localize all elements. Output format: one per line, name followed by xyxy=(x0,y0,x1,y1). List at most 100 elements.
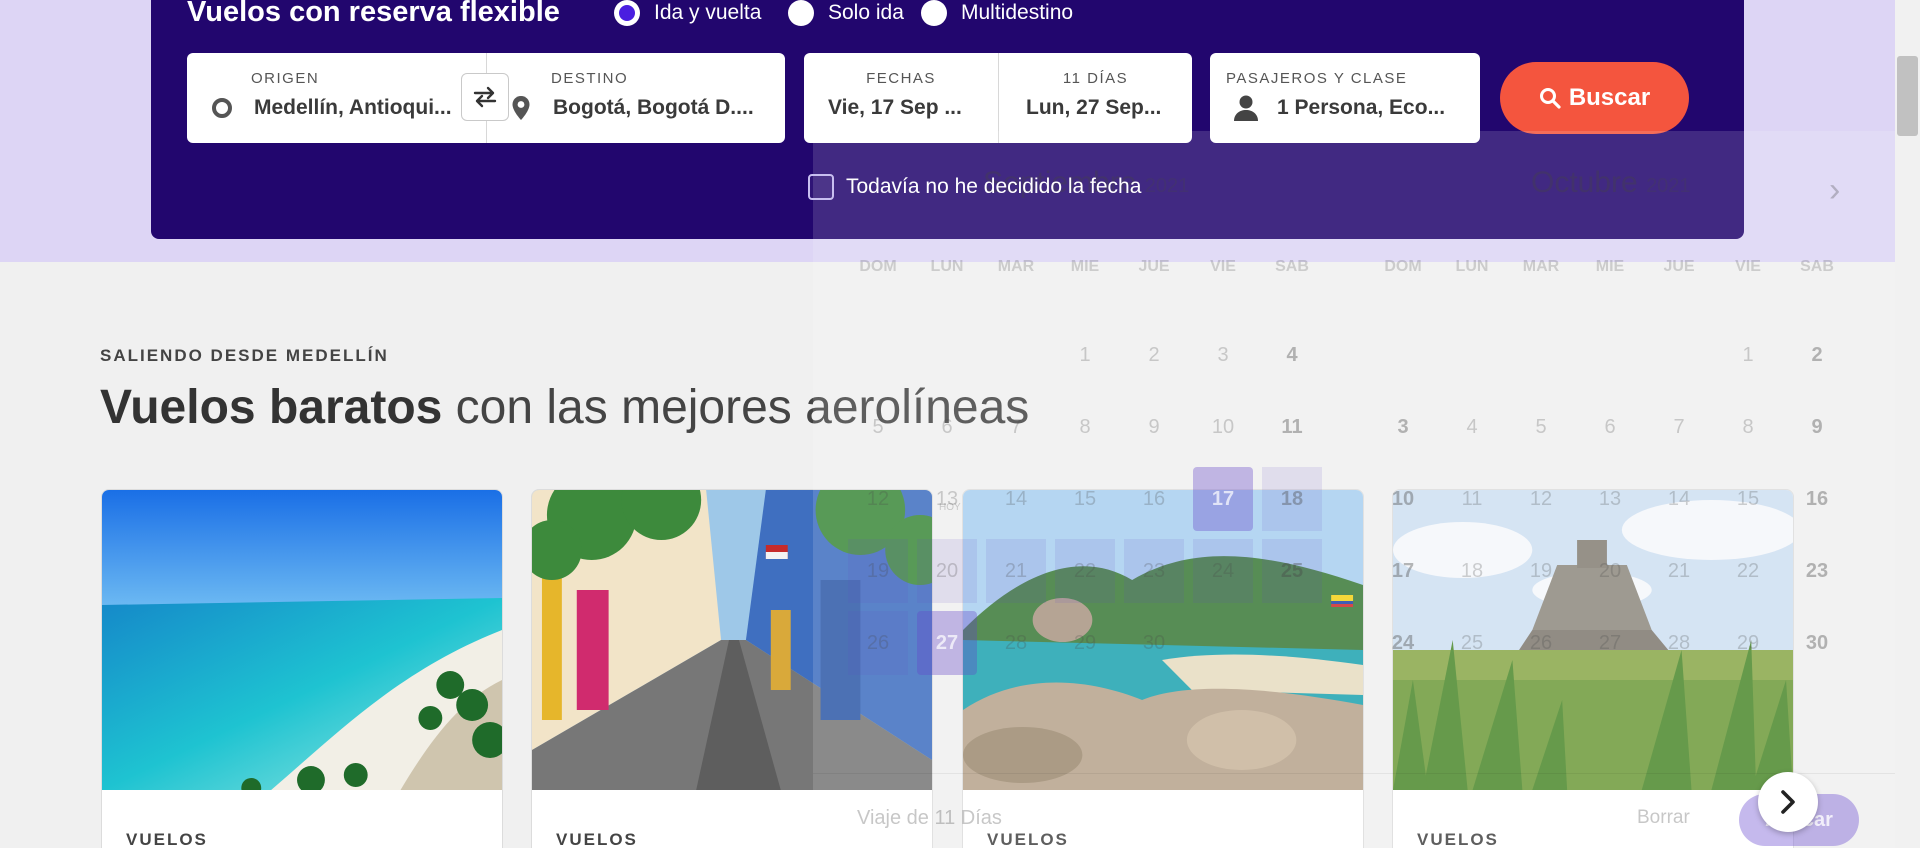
calendar-day[interactable]: 21 xyxy=(1649,539,1709,603)
dates-label: FECHAS xyxy=(866,70,936,87)
calendar-day[interactable]: 20 xyxy=(917,539,977,603)
calendar-day[interactable]: 30 xyxy=(1787,611,1847,675)
calendar-day[interactable]: 29 xyxy=(1718,611,1778,675)
calendar-day[interactable]: 28 xyxy=(1649,611,1709,675)
search-button-label: Buscar xyxy=(1568,84,1651,111)
calendar-day[interactable]: 8 xyxy=(1718,395,1778,459)
carousel-next-button[interactable] xyxy=(1758,772,1818,832)
weekday-header: MAR xyxy=(997,258,1035,275)
calendar-day[interactable]: 14 xyxy=(1649,467,1709,531)
radio-icon xyxy=(788,0,814,26)
trip-type-multi-city[interactable]: Multidestino xyxy=(921,0,1073,26)
weekday-header: JUE xyxy=(1663,258,1695,275)
calendar-day[interactable]: 25 xyxy=(1262,539,1322,603)
calendar-day[interactable]: 11 xyxy=(1442,467,1502,531)
next-month-icon[interactable]: › xyxy=(1829,171,1840,210)
weekday-header: LUN xyxy=(1455,258,1489,275)
calendar-day[interactable]: 2 xyxy=(1787,323,1847,387)
date-picker-dropdown[interactable]: Septiembre 2021 Octubre 2021 › DOM LUN MAR… xyxy=(813,131,1895,848)
calendar-day[interactable]: 18 xyxy=(1262,467,1322,531)
passengers-field[interactable]: PASAJEROS Y CLASE 1 Persona, Eco... xyxy=(1210,53,1480,143)
clear-dates-button[interactable]: Borrar xyxy=(1637,807,1690,829)
calendar-day[interactable]: 15 xyxy=(1718,467,1778,531)
calendar-day[interactable]: 13 xyxy=(917,467,977,531)
calendar-day[interactable]: 20 xyxy=(1580,539,1640,603)
trip-type-round-trip[interactable]: Ida y vuelta xyxy=(614,0,761,26)
calendar-day[interactable]: 4 xyxy=(1262,323,1322,387)
calendar-day[interactable]: 6 xyxy=(1580,395,1640,459)
departure-date-value: Vie, 17 Sep ... xyxy=(828,96,962,119)
return-date-value: Lun, 27 Sep... xyxy=(1026,96,1162,119)
trip-length-text: Viaje de 11 Días xyxy=(857,807,1002,829)
chevron-right-icon xyxy=(1781,790,1795,814)
origin-value: Medellín, Antioqui... xyxy=(254,96,452,119)
calendar-day[interactable]: 21 xyxy=(986,539,1046,603)
calendar-day[interactable]: 3 xyxy=(1193,323,1253,387)
departure-date-field[interactable]: FECHAS Vie, 17 Sep ... xyxy=(804,53,998,143)
destination-card[interactable]: VUELOS xyxy=(101,489,503,848)
calendar-day[interactable]: 23 xyxy=(1124,539,1184,603)
calendar-day[interactable]: 26 xyxy=(848,611,908,675)
calendar-day[interactable]: 30 xyxy=(1124,611,1184,675)
calendar-day[interactable]: 4 xyxy=(1442,395,1502,459)
calendar-day[interactable]: 17 xyxy=(1193,467,1253,531)
calendar-day[interactable]: 7 xyxy=(986,395,1046,459)
calendar-day[interactable]: 5 xyxy=(848,395,908,459)
calendar-day[interactable]: 8 xyxy=(1055,395,1115,459)
destination-value: Bogotá, Bogotá D.... xyxy=(553,96,754,119)
calendar-day[interactable]: 10 xyxy=(1193,395,1253,459)
undecided-date-option[interactable]: Todavía no he decidido la fecha xyxy=(808,174,1141,200)
calendar-day[interactable]: 7 xyxy=(1649,395,1709,459)
location-pin-icon xyxy=(512,96,530,120)
destination-label: DESTINO xyxy=(551,70,629,87)
calendar-day[interactable]: 14 xyxy=(986,467,1046,531)
radio-selected-icon xyxy=(614,0,640,26)
calendar-day[interactable]: 2 xyxy=(1124,323,1184,387)
weekday-header: DOM xyxy=(859,258,897,275)
calendar-day[interactable]: 12 xyxy=(848,467,908,531)
search-button[interactable]: Buscar xyxy=(1500,62,1689,134)
radio-icon xyxy=(921,0,947,26)
calendar-day[interactable]: 5 xyxy=(1511,395,1571,459)
undecided-checkbox[interactable] xyxy=(808,174,834,200)
calendar-day[interactable]: 1 xyxy=(1718,323,1778,387)
calendar-day[interactable]: 25 xyxy=(1442,611,1502,675)
calendar-day[interactable]: 24 xyxy=(1193,539,1253,603)
calendar-day[interactable]: 12 xyxy=(1511,467,1571,531)
calendar-day[interactable]: 19 xyxy=(1511,539,1571,603)
calendar-day[interactable]: 23 xyxy=(1787,539,1847,603)
today-label: HOY xyxy=(939,502,961,513)
calendar-day[interactable]: 15 xyxy=(1055,467,1115,531)
passengers-value: 1 Persona, Eco... xyxy=(1277,96,1446,119)
calendar-day[interactable]: 19 xyxy=(848,539,908,603)
calendar-day[interactable]: 27 xyxy=(1580,611,1640,675)
calendar-day[interactable]: 11 xyxy=(1262,395,1322,459)
calendar-day[interactable]: 1 xyxy=(1055,323,1115,387)
calendar-day[interactable]: 27 xyxy=(917,611,977,675)
swap-route-button[interactable] xyxy=(461,73,509,121)
calendar-day[interactable]: 16 xyxy=(1787,467,1847,531)
calendar-day[interactable]: 18 xyxy=(1442,539,1502,603)
calendar-day[interactable]: 28 xyxy=(986,611,1046,675)
calendar-day[interactable]: 9 xyxy=(1124,395,1184,459)
calendar-day[interactable]: 29 xyxy=(1055,611,1115,675)
calendar-day[interactable]: 22 xyxy=(1718,539,1778,603)
calendar-day[interactable]: 24 xyxy=(1373,611,1433,675)
calendar-day[interactable]: 13 xyxy=(1580,467,1640,531)
trip-type-one-way[interactable]: Solo ida xyxy=(788,0,904,26)
search-icon xyxy=(1539,88,1561,109)
destination-field[interactable]: DESTINO Bogotá, Bogotá D.... xyxy=(487,53,785,143)
calendar-day[interactable]: 22 xyxy=(1055,539,1115,603)
origin-field[interactable]: ORIGEN Medellín, Antioqui... xyxy=(187,53,486,143)
calendar-day[interactable]: 10 xyxy=(1373,467,1433,531)
calendar-day[interactable]: 6 xyxy=(917,395,977,459)
trip-duration-label: 11 DÍAS xyxy=(1062,70,1129,87)
calendar-day[interactable]: 9 xyxy=(1787,395,1847,459)
calendar-day[interactable]: 26 xyxy=(1511,611,1571,675)
calendar-day[interactable]: 16 xyxy=(1124,467,1184,531)
return-date-field[interactable]: 11 DÍAS Lun, 27 Sep... xyxy=(999,53,1192,143)
origin-label: ORIGEN xyxy=(251,70,320,87)
calendar-day[interactable]: 3 xyxy=(1373,395,1433,459)
scrollbar-thumb[interactable] xyxy=(1897,56,1918,136)
calendar-day[interactable]: 17 xyxy=(1373,539,1433,603)
